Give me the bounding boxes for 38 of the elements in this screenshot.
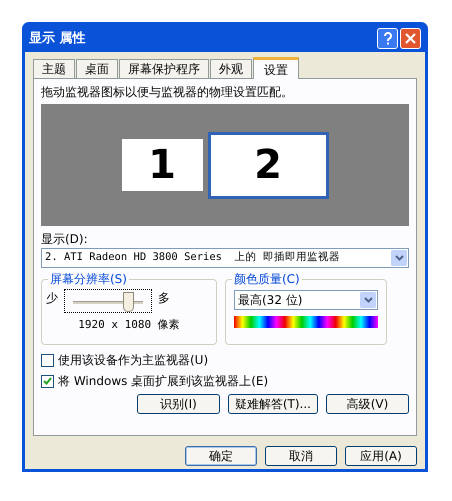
dialog-button[interactable]: 确定 (185, 446, 257, 466)
dropdown-button[interactable] (360, 292, 376, 308)
chevron-down-icon (394, 255, 404, 261)
color-quality-title: 颜色质量(C) (232, 272, 302, 286)
instruction-text: 拖动监视器图标以便与监视器的物理设置匹配。 (41, 84, 294, 101)
help-button[interactable] (377, 28, 398, 49)
tab[interactable]: 屏幕保护程序 (119, 59, 209, 78)
monitor-tile[interactable]: 1 (122, 139, 202, 191)
dialog-button[interactable]: 应用(A) (345, 446, 417, 466)
max-label: 多 (158, 290, 170, 307)
display-label: 显示(D): (41, 231, 89, 248)
display-dropdown[interactable]: 2. ATI Radeon HD 3800 Series 上的 即插即用监视器 (41, 248, 409, 268)
action-button[interactable]: 疑难解答(T)... (228, 394, 318, 414)
chevron-down-icon (364, 297, 372, 303)
action-button[interactable]: 高级(V) (326, 394, 409, 414)
tab[interactable]: 设置 (253, 57, 299, 79)
min-label: 少 (46, 290, 58, 307)
checkmark-icon (43, 377, 52, 385)
color-quality-dropdown[interactable]: 最高(32 位) (234, 290, 378, 310)
tab[interactable]: 桌面 (76, 59, 118, 78)
checkbox[interactable] (41, 354, 54, 366)
tab[interactable]: 主题 (33, 59, 75, 78)
dropdown-button[interactable] (391, 250, 407, 266)
slider-thumb[interactable] (122, 292, 134, 312)
checkbox[interactable] (41, 374, 54, 388)
monitor-tile[interactable]: 2 (208, 132, 328, 198)
resolution-slider[interactable] (64, 289, 152, 313)
help-icon (382, 32, 392, 45)
checkbox-label: 将 Windows 桌面扩展到该监视器上(E) (58, 373, 268, 390)
window-title: 显示 属性 (29, 30, 86, 48)
resolution-title: 屏幕分辨率(S) (48, 272, 129, 286)
action-button[interactable]: 识别(I) (136, 394, 220, 414)
checkbox-label: 使用该设备作为主监视器(U) (58, 352, 208, 369)
tab[interactable]: 外观 (210, 59, 252, 78)
close-icon (405, 33, 416, 44)
close-button[interactable] (400, 28, 421, 49)
resolution-reading: 1920 x 1080 像素 (78, 318, 180, 331)
dialog-button[interactable]: 取消 (265, 446, 337, 466)
